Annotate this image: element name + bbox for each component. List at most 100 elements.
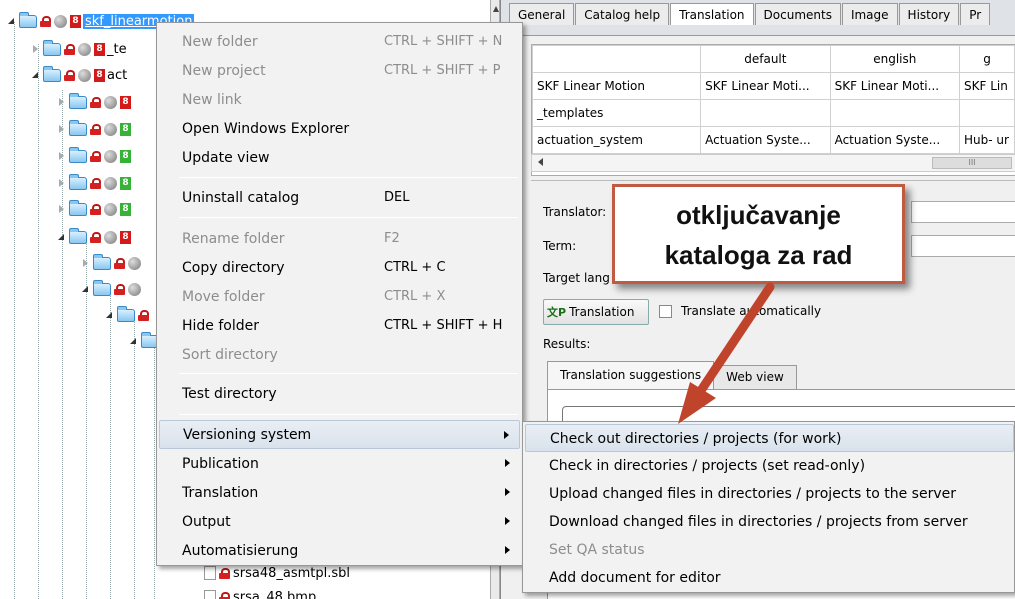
term-field[interactable] bbox=[911, 235, 1015, 257]
grid-cell[interactable]: SKF Linear Moti... bbox=[829, 72, 961, 100]
menu-item-download-changed[interactable]: Download changed files in directories / … bbox=[525, 508, 1014, 536]
folder-icon bbox=[43, 39, 61, 56]
menu-item-versioning-system[interactable]: Versioning system bbox=[159, 420, 520, 449]
tree-node-templates[interactable]: 8 _te bbox=[30, 38, 127, 60]
expand-toggle-icon[interactable] bbox=[80, 284, 90, 294]
tree-file[interactable]: srsa_48.bmp bbox=[204, 586, 316, 599]
submenu-arrow-icon bbox=[505, 459, 510, 467]
tree-node[interactable]: 8 bbox=[56, 172, 133, 194]
menu-item-new-link[interactable]: New link bbox=[159, 85, 520, 114]
tree-node-label[interactable]: _te bbox=[107, 42, 127, 57]
tree-node[interactable]: 8 bbox=[56, 118, 133, 140]
annotation-text: otključavanje bbox=[676, 200, 841, 230]
menu-item-add-document[interactable]: Add document for editor bbox=[525, 564, 1014, 592]
tree-node[interactable] bbox=[104, 304, 152, 326]
tree-node[interactable] bbox=[80, 252, 144, 274]
lock-icon bbox=[64, 43, 75, 55]
menu-item-new-project[interactable]: New project CTRL + SHIFT + P bbox=[159, 56, 520, 85]
grid-cell[interactable]: SKF Linear Moti... bbox=[700, 72, 831, 100]
grid-cell[interactable] bbox=[700, 99, 831, 127]
menu-item-set-qa-status[interactable]: Set QA status bbox=[525, 536, 1014, 564]
menu-item-label: Sort directory bbox=[182, 346, 278, 363]
menu-item-move-folder[interactable]: Move folder CTRL + X bbox=[159, 282, 520, 311]
lock-icon bbox=[90, 177, 101, 189]
expand-toggle-icon[interactable] bbox=[128, 336, 138, 346]
tree-node[interactable]: 8 bbox=[56, 145, 133, 167]
scroll-up-icon[interactable] bbox=[493, 6, 499, 12]
tab-documents[interactable]: Documents bbox=[754, 3, 841, 25]
grid-cell[interactable]: Actuation Syste... bbox=[700, 126, 831, 154]
scroll-left-icon[interactable] bbox=[538, 158, 543, 166]
grid-cell[interactable]: Actuation Syste... bbox=[829, 126, 961, 154]
menu-item-label: Output bbox=[182, 513, 231, 530]
menu-item-check-in[interactable]: Check in directories / projects (set rea… bbox=[525, 452, 1014, 480]
folder-icon bbox=[69, 146, 87, 163]
grid-cell[interactable]: SKF Lin bbox=[959, 72, 1015, 100]
menu-item-update-view[interactable]: Update view bbox=[159, 143, 520, 172]
menu-item-label: New project bbox=[182, 62, 266, 79]
tab-more[interactable]: Pr bbox=[960, 3, 991, 25]
tab-translation[interactable]: Translation bbox=[670, 3, 754, 25]
tree-node-label[interactable]: act bbox=[107, 68, 127, 83]
grid-cell[interactable]: _templates bbox=[532, 99, 702, 127]
menu-item-shortcut: F2 bbox=[384, 231, 400, 246]
expand-toggle-icon[interactable] bbox=[30, 70, 40, 80]
translation-button[interactable]: 文P Translation bbox=[543, 299, 649, 325]
translate-automatically-label: Translate automatically bbox=[681, 304, 822, 318]
expand-toggle-icon[interactable] bbox=[56, 204, 66, 214]
tab-image[interactable]: Image bbox=[841, 3, 898, 25]
table-row[interactable]: SKF Linear Motion SKF Linear Moti... SKF… bbox=[532, 72, 1015, 100]
tree-file-label[interactable]: srsa_48.bmp bbox=[233, 590, 316, 599]
lock-icon bbox=[138, 309, 149, 321]
tree-node-actuation[interactable]: 8 act bbox=[30, 64, 127, 86]
tree-node[interactable]: 8 bbox=[56, 226, 133, 248]
grid-cell[interactable]: Hub- ur bbox=[959, 126, 1015, 154]
tree-node[interactable] bbox=[80, 278, 144, 300]
tree-node[interactable]: 8 bbox=[56, 91, 133, 113]
translator-field[interactable] bbox=[911, 201, 1015, 223]
menu-item-hide-folder[interactable]: Hide folder CTRL + SHIFT + H bbox=[159, 311, 520, 340]
menu-item-automatisierung[interactable]: Automatisierung bbox=[159, 536, 520, 565]
tab-history[interactable]: History bbox=[898, 3, 960, 25]
menu-separator bbox=[179, 217, 518, 218]
menu-item-uninstall-catalog[interactable]: Uninstall catalog DEL bbox=[159, 183, 520, 212]
expand-toggle-icon[interactable] bbox=[56, 232, 66, 242]
menu-item-rename-folder[interactable]: Rename folder F2 bbox=[159, 224, 520, 253]
expand-toggle-icon[interactable] bbox=[6, 16, 16, 26]
menu-item-open-windows-explorer[interactable]: Open Windows Explorer bbox=[159, 114, 520, 143]
menu-item-sort-directory[interactable]: Sort directory bbox=[159, 340, 520, 369]
menu-item-label: Check out directories / projects (for wo… bbox=[550, 431, 842, 447]
menu-item-copy-directory[interactable]: Copy directory CTRL + C bbox=[159, 253, 520, 282]
menu-item-translation[interactable]: Translation bbox=[159, 478, 520, 507]
menu-item-publication[interactable]: Publication bbox=[159, 449, 520, 478]
tree-file-label[interactable]: srsa48_asmtpl.sbl bbox=[233, 566, 350, 581]
table-row[interactable]: _templates bbox=[532, 99, 1015, 127]
tab-web-view[interactable]: Web view bbox=[713, 365, 797, 389]
menu-item-check-out[interactable]: Check out directories / projects (for wo… bbox=[525, 424, 1014, 452]
menu-item-upload-changed[interactable]: Upload changed files in directories / pr… bbox=[525, 480, 1014, 508]
expand-toggle-icon[interactable] bbox=[56, 151, 66, 161]
table-row[interactable]: actuation_system Actuation Syste... Actu… bbox=[532, 126, 1015, 154]
expand-toggle-icon[interactable] bbox=[56, 178, 66, 188]
grid-cell[interactable] bbox=[829, 99, 961, 127]
grid-cell[interactable] bbox=[959, 99, 1015, 127]
scroll-thumb[interactable]: III bbox=[932, 157, 1012, 169]
expand-toggle-icon[interactable] bbox=[56, 124, 66, 134]
expand-toggle-icon[interactable] bbox=[80, 258, 90, 268]
tab-catalog-help[interactable]: Catalog help bbox=[575, 3, 670, 25]
menu-item-label: Hide folder bbox=[182, 317, 260, 334]
expand-toggle-icon[interactable] bbox=[104, 310, 114, 320]
submenu-arrow-icon bbox=[505, 488, 510, 496]
expand-toggle-icon[interactable] bbox=[56, 97, 66, 107]
translate-automatically-checkbox[interactable] bbox=[659, 305, 672, 318]
grid-cell[interactable]: SKF Linear Motion bbox=[532, 72, 702, 100]
menu-item-test-directory[interactable]: Test directory bbox=[159, 379, 520, 408]
menu-item-new-folder[interactable]: New folder CTRL + SHIFT + N bbox=[159, 27, 520, 56]
horizontal-scrollbar[interactable]: III bbox=[531, 154, 1015, 172]
menu-item-output[interactable]: Output bbox=[159, 507, 520, 536]
expand-toggle-icon[interactable] bbox=[30, 44, 40, 54]
grid-cell[interactable]: actuation_system bbox=[532, 126, 702, 154]
tree-node[interactable]: 8 bbox=[56, 198, 133, 220]
tab-translation-suggestions[interactable]: Translation suggestions bbox=[547, 361, 715, 389]
lock-icon bbox=[64, 69, 75, 81]
